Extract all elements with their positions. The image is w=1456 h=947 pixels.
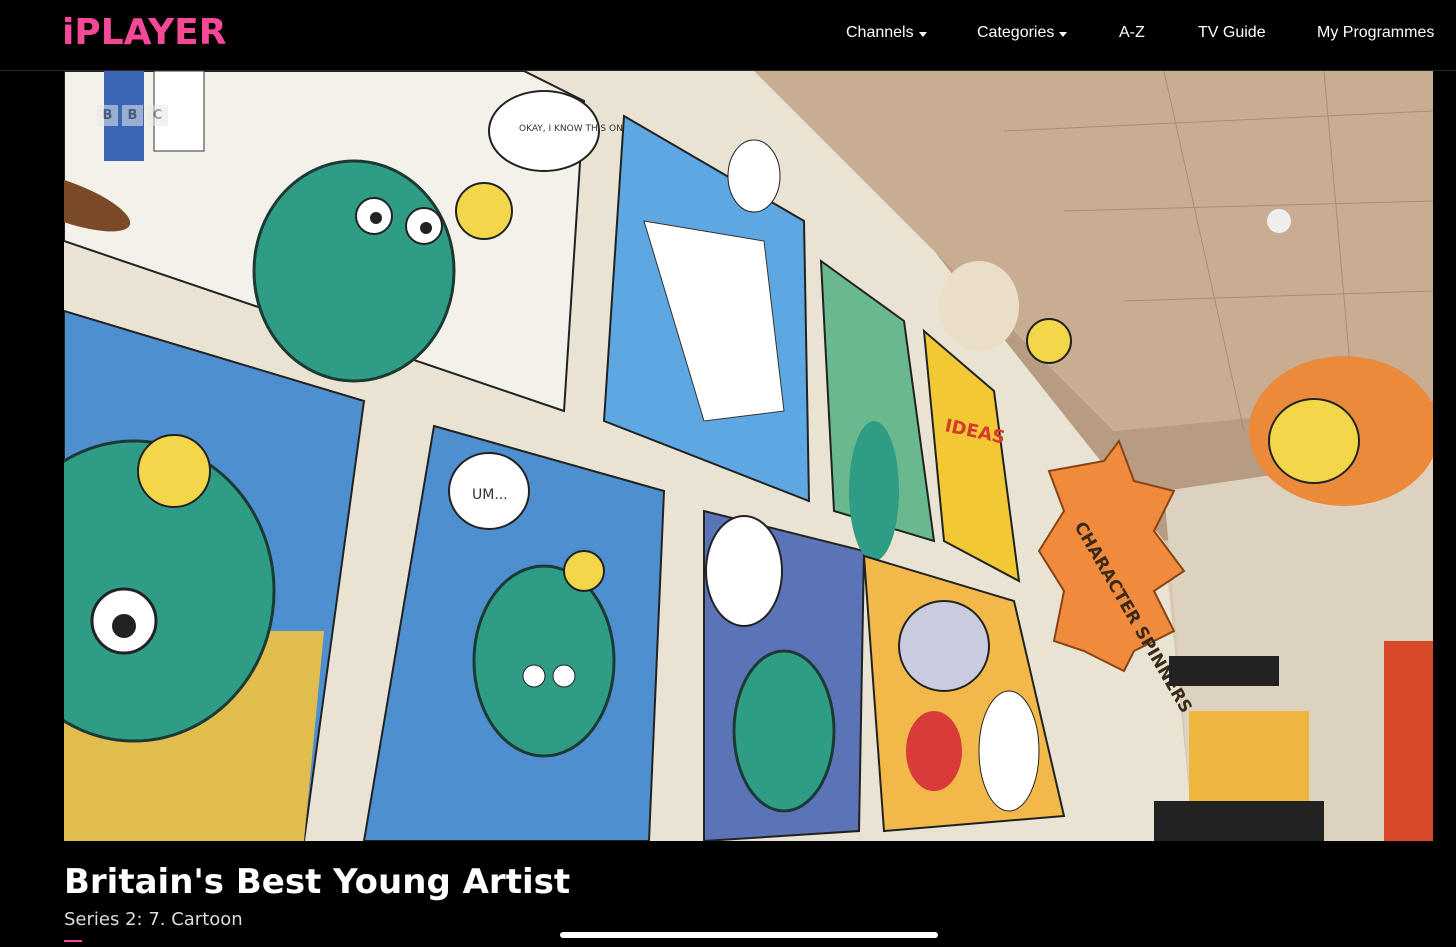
nav-a-z-label: A-Z <box>1119 24 1145 41</box>
bbc-channel-watermark: B B C <box>97 105 168 126</box>
bbc-letter: B <box>122 105 143 126</box>
chevron-down-icon <box>1059 31 1068 37</box>
nav-my-programmes[interactable]: My Programmes <box>1317 24 1434 42</box>
title-accent-underline <box>64 940 82 942</box>
chevron-down-icon <box>918 31 927 37</box>
comic-bubble-text: UM... <box>472 487 508 503</box>
nav-a-z[interactable]: A-Z <box>1119 24 1145 42</box>
bbc-letter: C <box>147 105 168 126</box>
bbc-letter: B <box>97 105 118 126</box>
video-player[interactable]: OKAY, I KNOW THIS ONE! UM... IDEAS CHARA… <box>64 71 1433 841</box>
nav-categories[interactable]: Categories <box>977 24 1068 42</box>
programme-title: Britain's Best Young Artist <box>64 862 571 902</box>
episode-subtitle: Series 2: 7. Cartoon <box>64 909 243 930</box>
nav-categories-label: Categories <box>977 24 1055 41</box>
iplayer-logo[interactable]: iPLAYER <box>62 12 226 53</box>
nav-tv-guide-label: TV Guide <box>1198 24 1266 41</box>
nav-my-programmes-label: My Programmes <box>1317 24 1435 41</box>
nav-channels-label: Channels <box>846 24 914 41</box>
nav-tv-guide[interactable]: TV Guide <box>1198 24 1266 42</box>
nav-channels[interactable]: Channels <box>846 24 927 42</box>
video-frame: OKAY, I KNOW THIS ONE! UM... IDEAS CHARA… <box>64 71 1433 841</box>
home-indicator[interactable] <box>560 932 938 938</box>
top-navigation-bar: iPLAYER Channels Categories A-Z TV Guide… <box>0 0 1456 71</box>
comic-bubble-text: OKAY, I KNOW THIS ONE! <box>519 124 632 134</box>
